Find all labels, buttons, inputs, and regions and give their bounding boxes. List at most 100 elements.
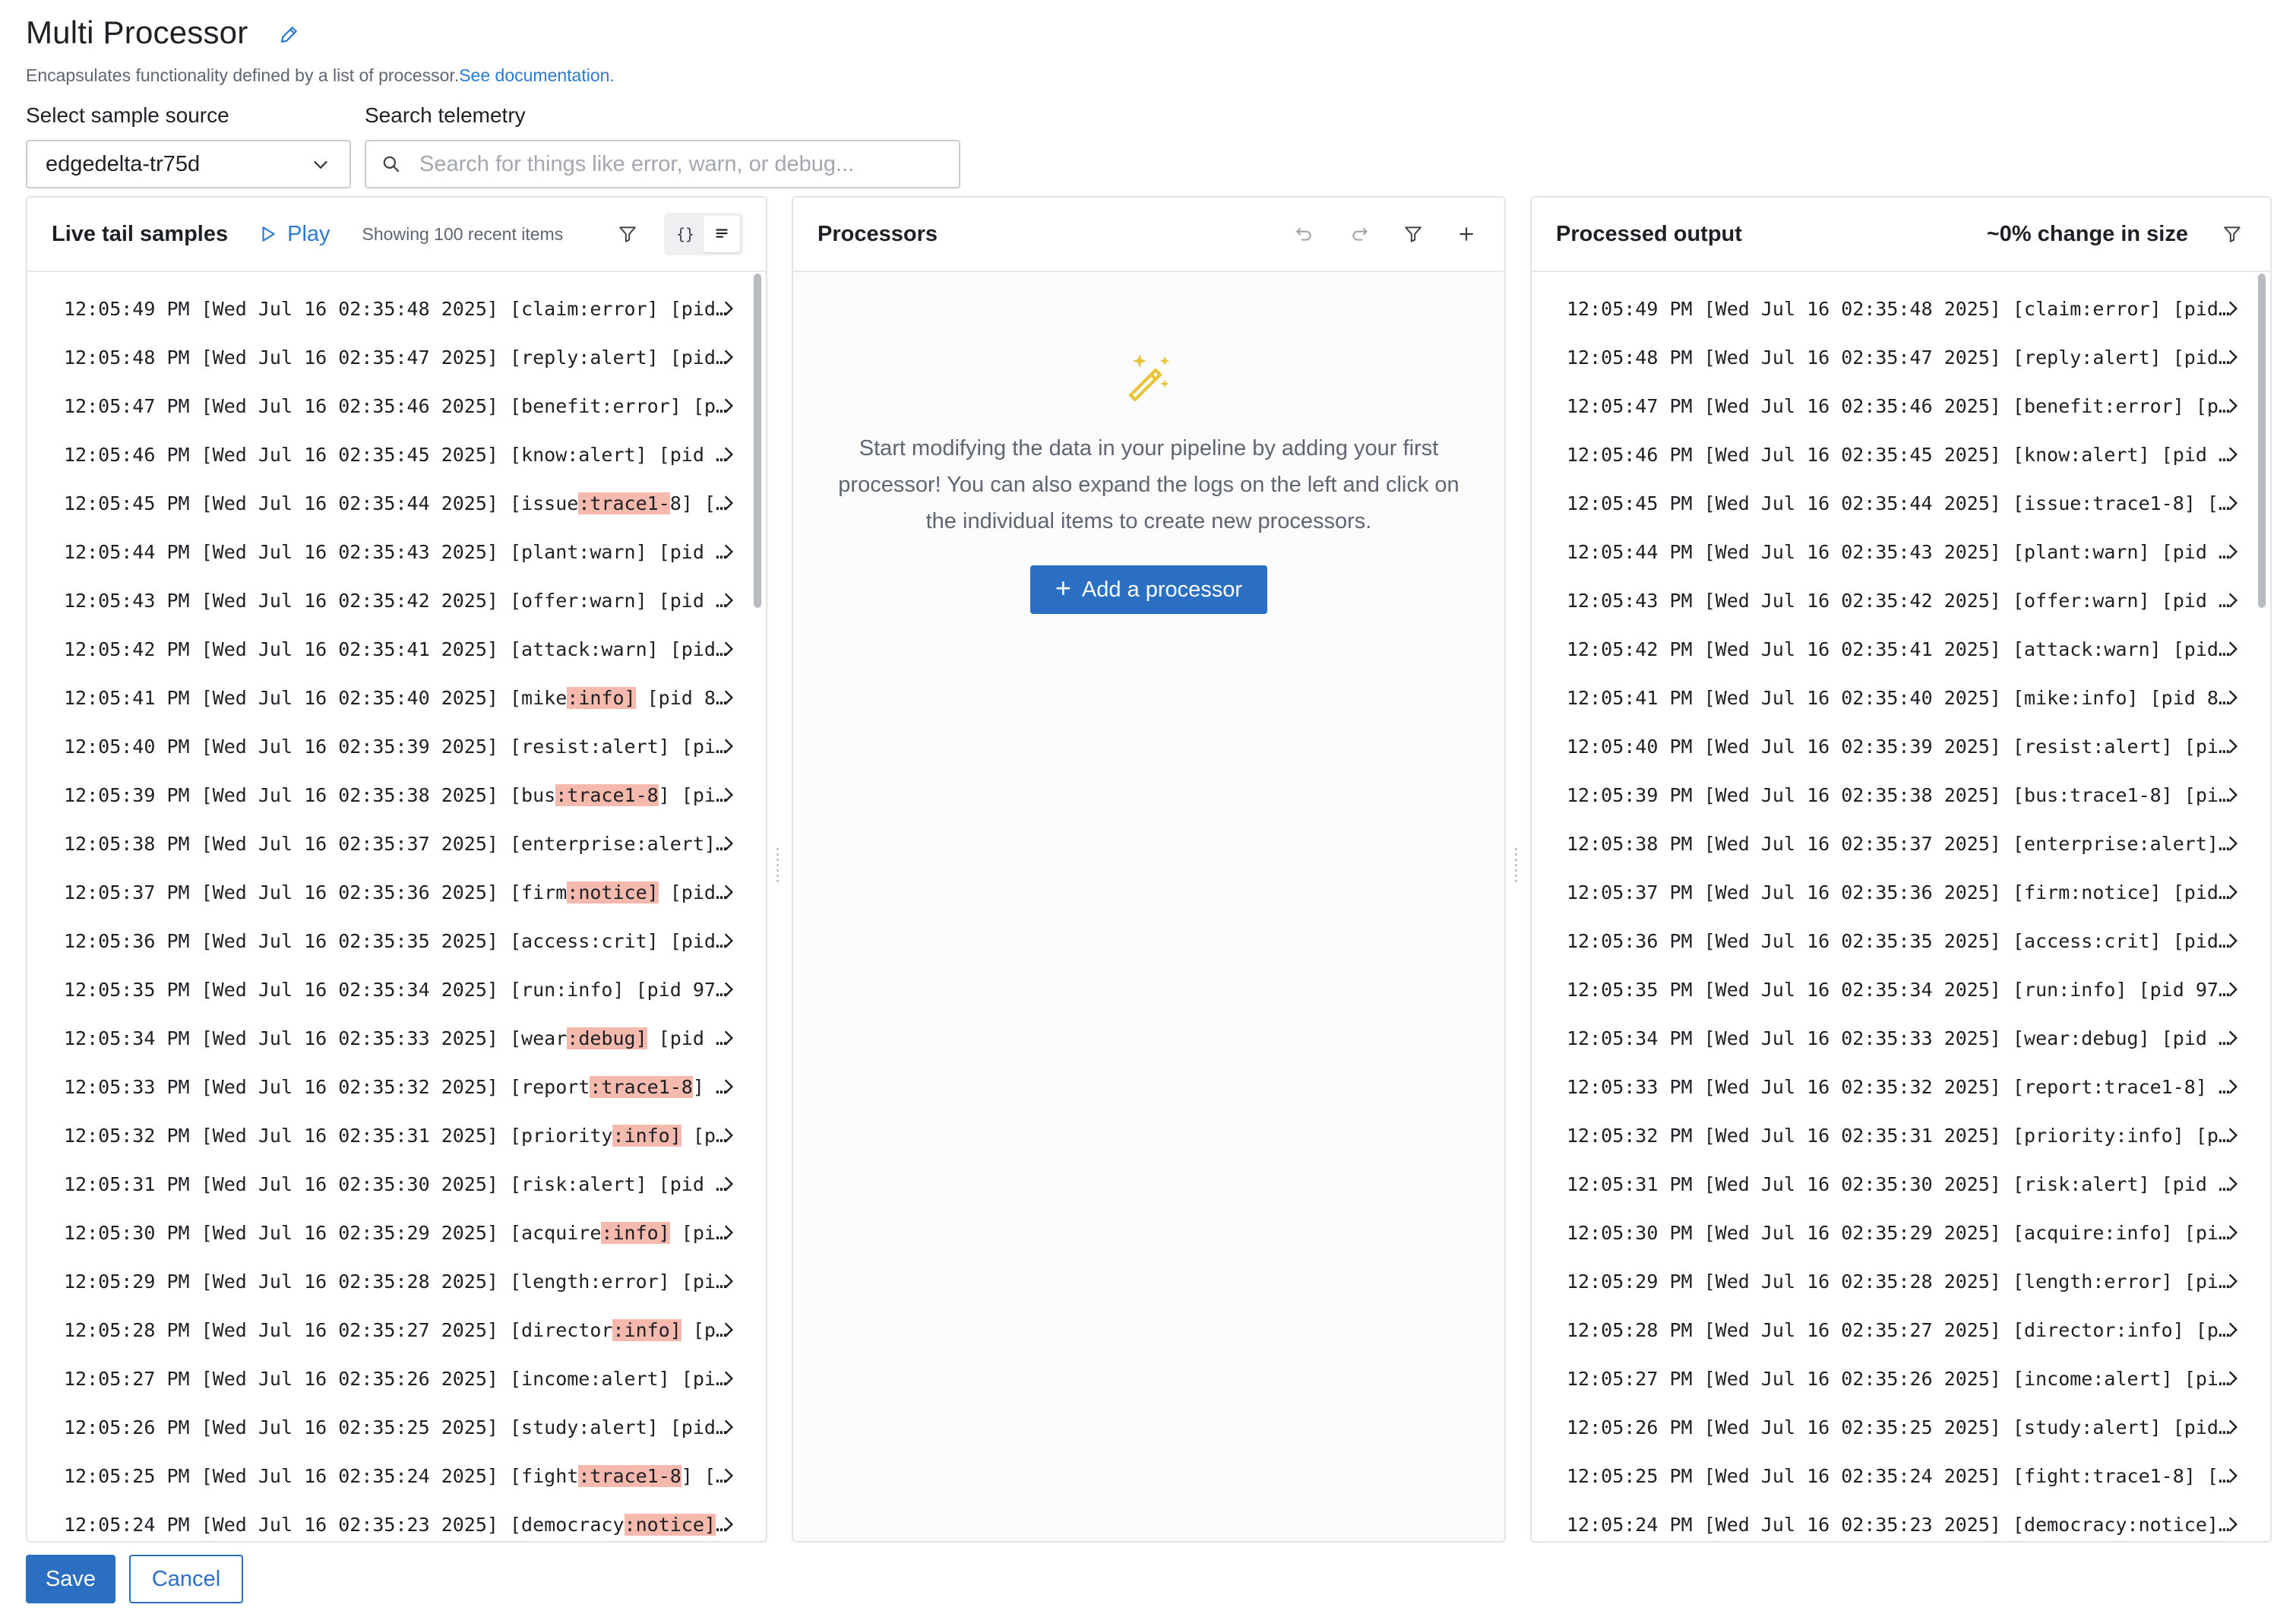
output-row[interactable]: 12:05:49 PM [Wed Jul 16 02:35:48 2025] [… — [1532, 284, 2270, 333]
output-text: 12:05:33 PM [Wed Jul 16 02:35:32 2025] [… — [1567, 1075, 2230, 1098]
description-text: Encapsulates functionality defined by a … — [26, 65, 460, 85]
output-row[interactable]: 12:05:28 PM [Wed Jul 16 02:35:27 2025] [… — [1532, 1305, 2270, 1354]
output-row[interactable]: 12:05:47 PM [Wed Jul 16 02:35:46 2025] [… — [1532, 381, 2270, 430]
output-row[interactable]: 12:05:39 PM [Wed Jul 16 02:35:38 2025] [… — [1532, 771, 2270, 819]
output-row[interactable]: 12:05:36 PM [Wed Jul 16 02:35:35 2025] [… — [1532, 916, 2270, 965]
sample-source-select[interactable]: edgedelta-tr75d — [26, 140, 351, 188]
search-box[interactable] — [365, 140, 960, 188]
search-telemetry-input[interactable] — [419, 151, 936, 177]
chevron-right-icon — [2228, 544, 2238, 559]
size-change-label: ~0% change in size — [1986, 221, 2188, 246]
log-row[interactable]: 12:05:25 PM [Wed Jul 16 02:35:24 2025] [… — [27, 1451, 766, 1500]
output-row[interactable]: 12:05:43 PM [Wed Jul 16 02:35:42 2025] [… — [1532, 576, 2270, 625]
log-row[interactable]: 12:05:27 PM [Wed Jul 16 02:35:26 2025] [… — [27, 1354, 766, 1403]
page-header: Multi Processor Encapsulates functionali… — [26, 11, 615, 86]
add-processor-button[interactable]: + Add a processor — [1030, 565, 1267, 614]
log-text: 12:05:26 PM [Wed Jul 16 02:35:25 2025] [… — [64, 1416, 732, 1438]
log-row[interactable]: 12:05:43 PM [Wed Jul 16 02:35:42 2025] [… — [27, 576, 766, 625]
log-row[interactable]: 12:05:30 PM [Wed Jul 16 02:35:29 2025] [… — [27, 1208, 766, 1257]
resize-handle-right[interactable] — [1515, 845, 1521, 894]
log-row[interactable]: 12:05:29 PM [Wed Jul 16 02:35:28 2025] [… — [27, 1257, 766, 1305]
output-filter-button[interactable] — [2217, 219, 2247, 249]
output-text: 12:05:37 PM [Wed Jul 16 02:35:36 2025] [… — [1567, 881, 2230, 904]
output-row[interactable]: 12:05:45 PM [Wed Jul 16 02:35:44 2025] [… — [1532, 479, 2270, 527]
chevron-right-icon — [724, 544, 734, 559]
log-row[interactable]: 12:05:45 PM [Wed Jul 16 02:35:44 2025] [… — [27, 479, 766, 527]
output-row[interactable]: 12:05:27 PM [Wed Jul 16 02:35:26 2025] [… — [1532, 1354, 2270, 1403]
log-row[interactable]: 12:05:48 PM [Wed Jul 16 02:35:47 2025] [… — [27, 333, 766, 381]
log-row[interactable]: 12:05:46 PM [Wed Jul 16 02:35:45 2025] [… — [27, 430, 766, 479]
log-row[interactable]: 12:05:39 PM [Wed Jul 16 02:35:38 2025] [… — [27, 771, 766, 819]
output-row[interactable]: 12:05:34 PM [Wed Jul 16 02:35:33 2025] [… — [1532, 1014, 2270, 1062]
output-row[interactable]: 12:05:37 PM [Wed Jul 16 02:35:36 2025] [… — [1532, 868, 2270, 916]
log-text: 12:05:34 PM [Wed Jul 16 02:35:33 2025] [… — [64, 1027, 732, 1049]
log-row[interactable]: 12:05:37 PM [Wed Jul 16 02:35:36 2025] [… — [27, 868, 766, 916]
output-row[interactable]: 12:05:42 PM [Wed Jul 16 02:35:41 2025] [… — [1532, 625, 2270, 673]
output-text: 12:05:47 PM [Wed Jul 16 02:35:46 2025] [… — [1567, 394, 2230, 417]
add-processor-icon-button[interactable] — [1451, 219, 1482, 249]
chevron-right-icon — [724, 641, 734, 657]
output-row[interactable]: 12:05:33 PM [Wed Jul 16 02:35:32 2025] [… — [1532, 1062, 2270, 1111]
output-row[interactable]: 12:05:40 PM [Wed Jul 16 02:35:39 2025] [… — [1532, 722, 2270, 771]
output-row[interactable]: 12:05:46 PM [Wed Jul 16 02:35:45 2025] [… — [1532, 430, 2270, 479]
output-row[interactable]: 12:05:30 PM [Wed Jul 16 02:35:29 2025] [… — [1532, 1208, 2270, 1257]
processed-output-scrollbar[interactable] — [2258, 274, 2266, 608]
save-button[interactable]: Save — [26, 1555, 115, 1603]
play-icon — [262, 226, 275, 242]
log-row[interactable]: 12:05:38 PM [Wed Jul 16 02:35:37 2025] [… — [27, 819, 766, 868]
filter-button[interactable] — [612, 219, 643, 249]
output-row[interactable]: 12:05:48 PM [Wed Jul 16 02:35:47 2025] [… — [1532, 333, 2270, 381]
undo-button[interactable] — [1289, 219, 1319, 249]
chevron-right-icon — [724, 739, 734, 754]
play-button[interactable]: Play — [258, 222, 330, 247]
log-row[interactable]: 12:05:24 PM [Wed Jul 16 02:35:23 2025] [… — [27, 1500, 766, 1541]
log-text-pre: 12:05:39 PM [Wed Jul 16 02:35:38 2025] [… — [64, 783, 556, 806]
log-row[interactable]: 12:05:47 PM [Wed Jul 16 02:35:46 2025] [… — [27, 381, 766, 430]
log-row[interactable]: 12:05:34 PM [Wed Jul 16 02:35:33 2025] [… — [27, 1014, 766, 1062]
pencil-icon[interactable] — [278, 23, 301, 46]
log-row[interactable]: 12:05:40 PM [Wed Jul 16 02:35:39 2025] [… — [27, 722, 766, 771]
output-row[interactable]: 12:05:24 PM [Wed Jul 16 02:35:23 2025] [… — [1532, 1500, 2270, 1541]
resize-handle-left[interactable] — [776, 845, 783, 894]
log-row[interactable]: 12:05:49 PM [Wed Jul 16 02:35:48 2025] [… — [27, 284, 766, 333]
output-row[interactable]: 12:05:25 PM [Wed Jul 16 02:35:24 2025] [… — [1532, 1451, 2270, 1500]
log-row[interactable]: 12:05:35 PM [Wed Jul 16 02:35:34 2025] [… — [27, 965, 766, 1014]
cancel-button[interactable]: Cancel — [129, 1555, 243, 1603]
output-row[interactable]: 12:05:32 PM [Wed Jul 16 02:35:31 2025] [… — [1532, 1111, 2270, 1160]
log-row[interactable]: 12:05:26 PM [Wed Jul 16 02:35:25 2025] [… — [27, 1403, 766, 1451]
output-row[interactable]: 12:05:29 PM [Wed Jul 16 02:35:28 2025] [… — [1532, 1257, 2270, 1305]
output-row[interactable]: 12:05:41 PM [Wed Jul 16 02:35:40 2025] [… — [1532, 673, 2270, 722]
log-text-pre: 12:05:27 PM [Wed Jul 16 02:35:26 2025] [… — [64, 1367, 727, 1390]
output-row[interactable]: 12:05:31 PM [Wed Jul 16 02:35:30 2025] [… — [1532, 1160, 2270, 1208]
search-group: Search telemetry — [365, 100, 960, 188]
log-row[interactable]: 12:05:31 PM [Wed Jul 16 02:35:30 2025] [… — [27, 1160, 766, 1208]
log-row[interactable]: 12:05:28 PM [Wed Jul 16 02:35:27 2025] [… — [27, 1305, 766, 1354]
json-view-toggle[interactable]: {} — [667, 216, 704, 252]
documentation-link[interactable]: See documentation. — [459, 65, 615, 85]
output-text: 12:05:42 PM [Wed Jul 16 02:35:41 2025] [… — [1567, 638, 2230, 660]
processor-filter-button[interactable] — [1398, 219, 1428, 249]
output-text: 12:05:32 PM [Wed Jul 16 02:35:31 2025] [… — [1567, 1124, 2230, 1147]
log-row[interactable]: 12:05:36 PM [Wed Jul 16 02:35:35 2025] [… — [27, 916, 766, 965]
log-text: 12:05:38 PM [Wed Jul 16 02:35:37 2025] [… — [64, 833, 732, 855]
log-highlight: :info] — [601, 1221, 670, 1244]
sample-controls: Select sample source edgedelta-tr75d Sea… — [26, 100, 960, 188]
filter-icon — [619, 226, 636, 242]
redo-button[interactable] — [1345, 219, 1375, 249]
log-highlight: :debug] — [567, 1027, 647, 1049]
output-row[interactable]: 12:05:38 PM [Wed Jul 16 02:35:37 2025] [… — [1532, 819, 2270, 868]
live-tail-scrollbar[interactable] — [754, 274, 761, 608]
output-row[interactable]: 12:05:44 PM [Wed Jul 16 02:35:43 2025] [… — [1532, 527, 2270, 576]
chevron-right-icon — [2228, 1225, 2238, 1240]
log-row[interactable]: 12:05:44 PM [Wed Jul 16 02:35:43 2025] [… — [27, 527, 766, 576]
output-row[interactable]: 12:05:35 PM [Wed Jul 16 02:35:34 2025] [… — [1532, 965, 2270, 1014]
log-row[interactable]: 12:05:32 PM [Wed Jul 16 02:35:31 2025] [… — [27, 1111, 766, 1160]
text-view-toggle[interactable] — [704, 216, 740, 252]
log-row[interactable]: 12:05:41 PM [Wed Jul 16 02:35:40 2025] [… — [27, 673, 766, 722]
chevron-right-icon — [2228, 641, 2238, 657]
log-row[interactable]: 12:05:42 PM [Wed Jul 16 02:35:41 2025] [… — [27, 625, 766, 673]
log-text: 12:05:24 PM [Wed Jul 16 02:35:23 2025] [… — [64, 1513, 732, 1536]
log-row[interactable]: 12:05:33 PM [Wed Jul 16 02:35:32 2025] [… — [27, 1062, 766, 1111]
log-text-post: [pid 8… — [635, 686, 727, 709]
output-row[interactable]: 12:05:26 PM [Wed Jul 16 02:35:25 2025] [… — [1532, 1403, 2270, 1451]
